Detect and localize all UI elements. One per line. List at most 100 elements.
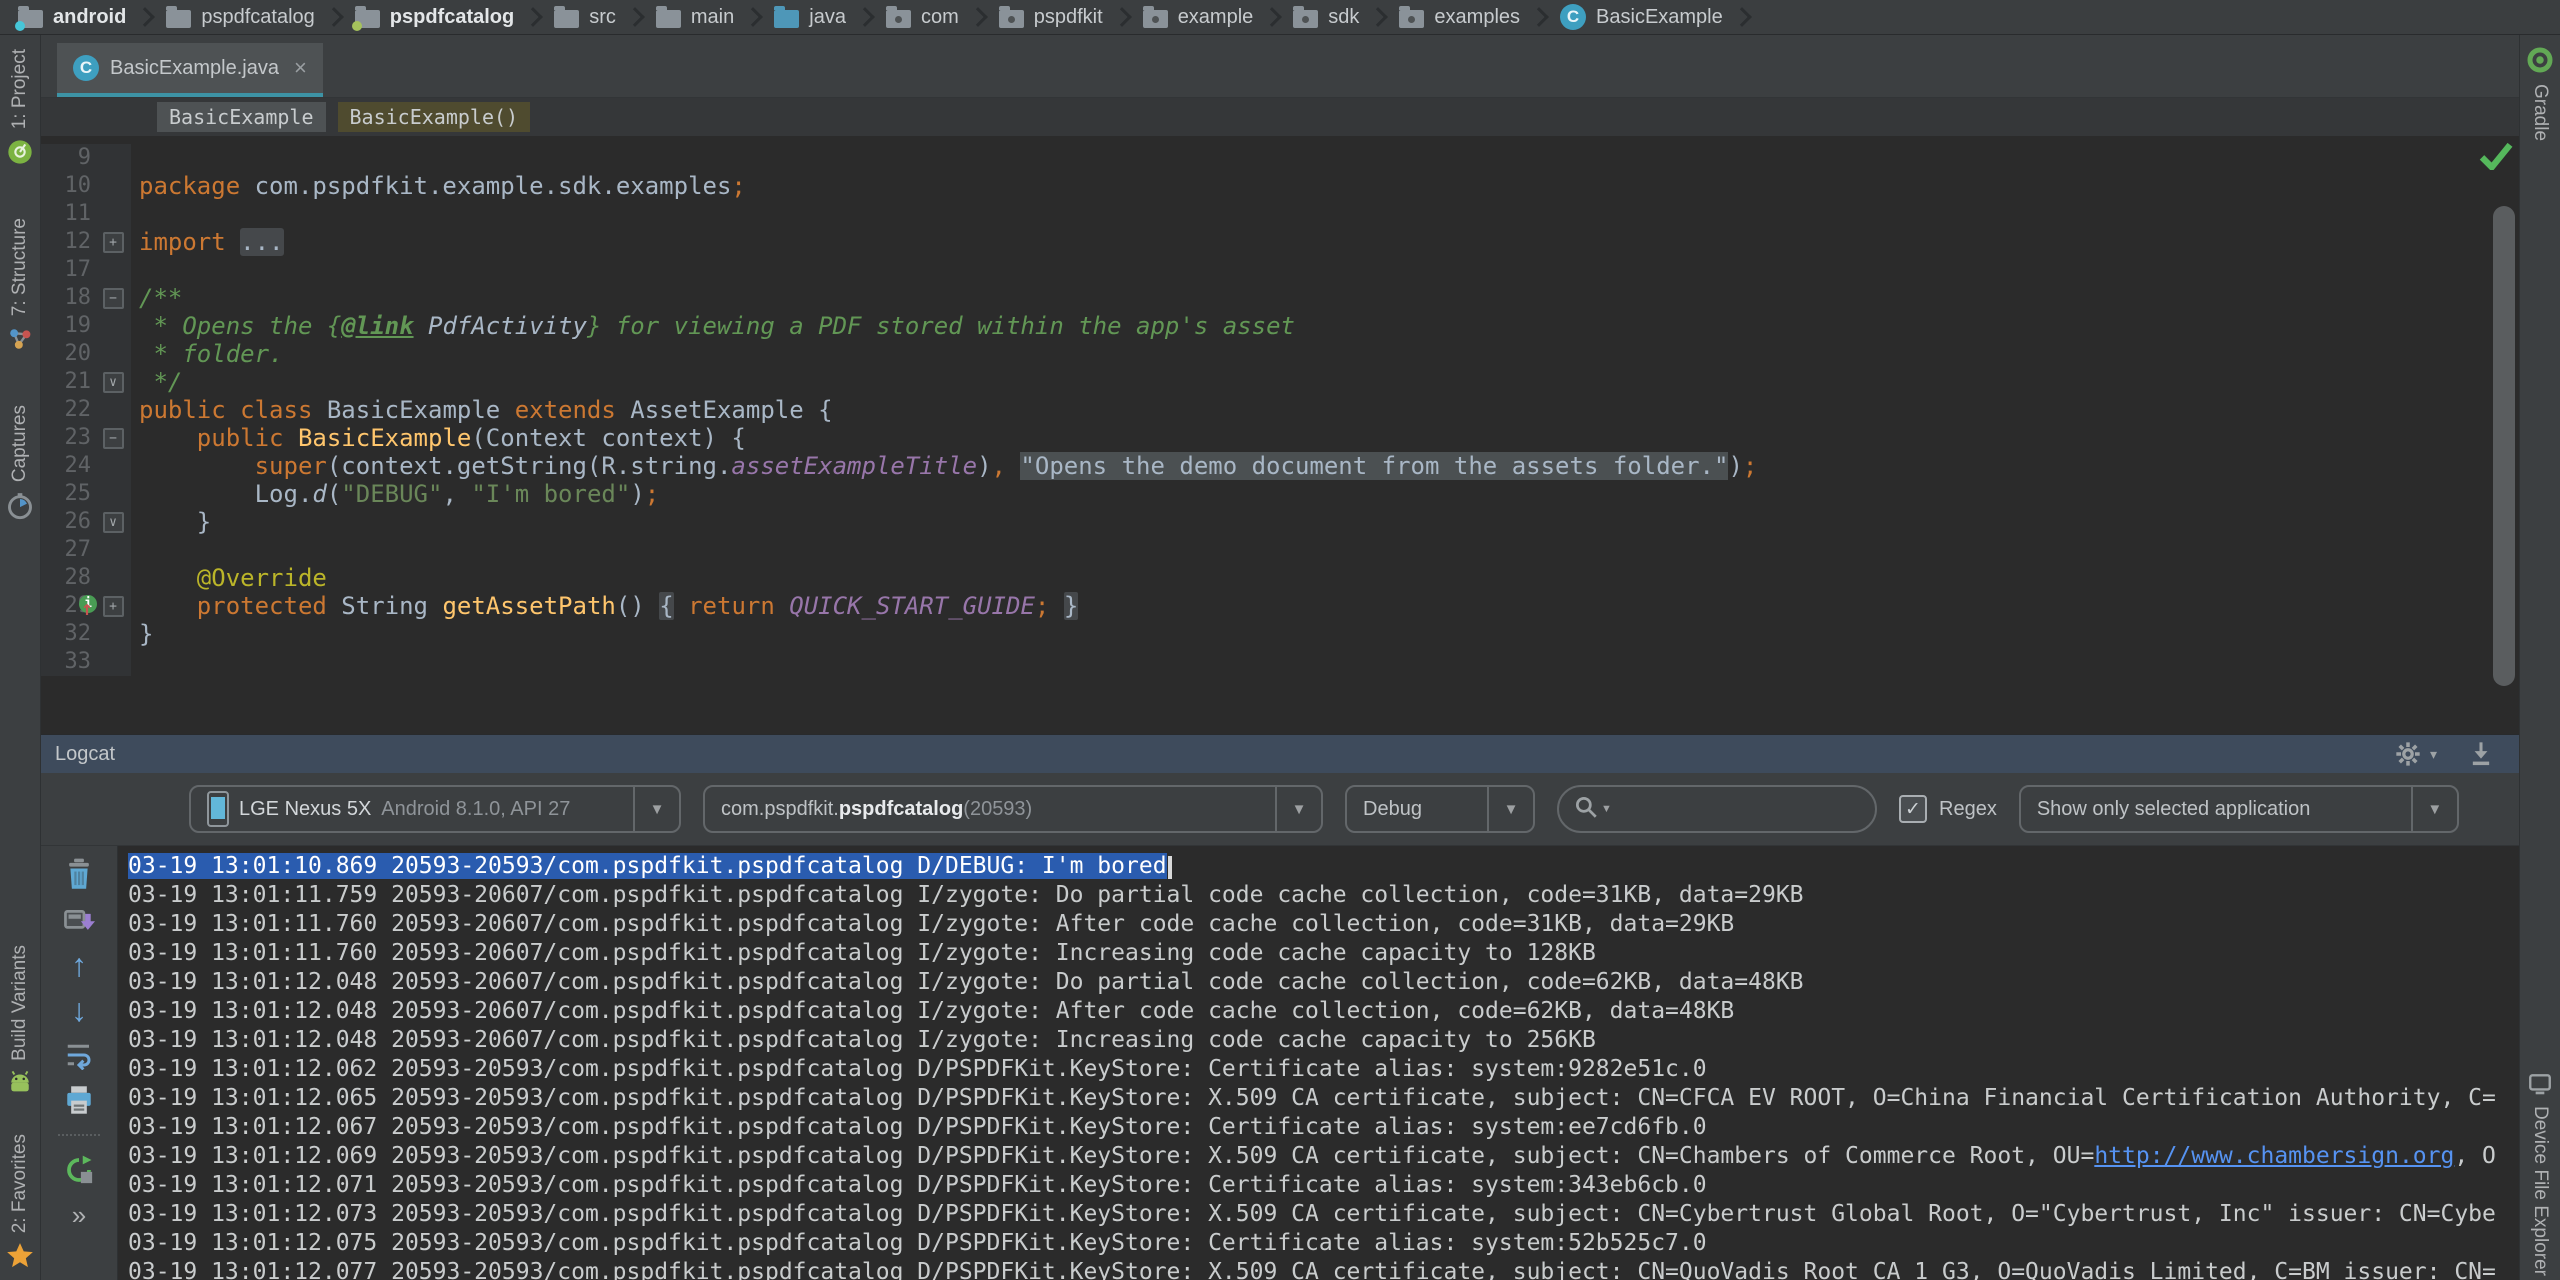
device-explorer-icon — [2527, 1071, 2553, 1097]
breadcrumb-item-example[interactable]: example — [1141, 6, 1256, 29]
logcat-header[interactable]: Logcat ▾ — [41, 735, 2519, 773]
tool-button-7-structure[interactable]: 7: Structure — [6, 218, 34, 353]
breadcrumb-item-pspdfkit[interactable]: pspdfkit — [997, 6, 1105, 29]
inspections-ok-icon[interactable] — [2479, 142, 2513, 175]
fold-marker-icon[interactable]: ∨ — [103, 372, 124, 393]
up-stack-trace-icon[interactable]: ↑ — [71, 950, 87, 980]
logcat-output[interactable]: 03-19 13:01:10.869 20593-20593/com.pspdf… — [118, 846, 2519, 1280]
regex-option: ✓ Regex — [1899, 795, 1997, 823]
tool-button-build-variants[interactable]: Build Variants — [5, 945, 35, 1094]
soft-wraps-icon[interactable] — [64, 1040, 94, 1070]
hide-panel-icon[interactable] — [2467, 740, 2495, 768]
code-editor[interactable]: 910package com.pspdfkit.example.sdk.exam… — [41, 136, 2519, 734]
log-segment: 03-19 13:01:11.759 20593-20607/com.pspdf… — [128, 882, 1804, 908]
log-line[interactable]: 03-19 13:01:12.069 20593-20593/com.pspdf… — [128, 1142, 2519, 1171]
settings-gear-icon[interactable] — [2394, 740, 2422, 768]
fold-marker-icon[interactable]: − — [103, 428, 124, 449]
tool-button-1-project[interactable]: 1: Project — [6, 49, 34, 166]
breadcrumb-class[interactable]: BasicExample — [157, 102, 326, 132]
fold-marker-icon[interactable]: ∨ — [103, 512, 124, 533]
log-line[interactable]: 03-19 13:01:11.759 20593-20607/com.pspdf… — [128, 881, 2519, 910]
breadcrumb-item-android[interactable]: android — [16, 6, 128, 29]
breadcrumb-item-java[interactable]: java — [772, 6, 848, 29]
gutter — [95, 340, 131, 368]
log-line-text: 03-19 13:01:12.071 20593-20593/com.pspdf… — [128, 1172, 1707, 1198]
log-hyperlink[interactable]: http://www.chambersign.org — [2094, 1143, 2454, 1169]
fold-marker-icon[interactable]: + — [103, 596, 124, 617]
log-line-text: 03-19 13:01:12.048 20593-20607/com.pspdf… — [128, 1027, 1596, 1053]
log-line[interactable]: 03-19 13:01:12.075 20593-20593/com.pspdf… — [128, 1229, 2519, 1258]
breadcrumb-item-main[interactable]: main — [654, 6, 736, 29]
class-icon: C — [1560, 4, 1586, 30]
overrides-method-icon[interactable]: i↑ — [79, 595, 97, 613]
log-line[interactable]: 03-19 13:01:11.760 20593-20607/com.pspdf… — [128, 910, 2519, 939]
search-input[interactable]: ▼ — [1557, 785, 1877, 833]
log-line[interactable]: 03-19 13:01:12.073 20593-20593/com.pspdf… — [128, 1200, 2519, 1229]
gutter — [95, 172, 131, 200]
breadcrumb-item-BasicExample[interactable]: CBasicExample — [1558, 4, 1725, 30]
export-logs-icon[interactable] — [63, 905, 95, 935]
tool-button-gradle[interactable]: Gradle — [2525, 45, 2555, 141]
code-text — [131, 648, 139, 676]
chevron-down-icon[interactable]: ▼ — [633, 787, 679, 831]
code-token: { — [659, 592, 673, 620]
tab-basicexample-java[interactable]: C BasicExample.java × — [57, 43, 323, 97]
device-selector[interactable]: LGE Nexus 5X Android 8.1.0, API 27 ▼ — [189, 785, 681, 833]
process-selector[interactable]: com.pspdfkit.pspdfcatalog (20593) ▼ — [703, 785, 1323, 833]
log-segment: 03-19 13:01:11.760 20593-20607/com.pspdf… — [128, 911, 1734, 937]
chevron-down-icon[interactable]: ▼ — [2411, 787, 2457, 831]
filter-selector[interactable]: Show only selected application ▼ — [2019, 785, 2459, 833]
log-line[interactable]: 03-19 13:01:12.048 20593-20607/com.pspdf… — [128, 1026, 2519, 1055]
print-icon[interactable] — [63, 1085, 95, 1115]
log-line[interactable]: 03-19 13:01:11.760 20593-20607/com.pspdf… — [128, 939, 2519, 968]
gutter: + — [95, 228, 131, 256]
code-line: 10package com.pspdfkit.example.sdk.examp… — [41, 172, 2519, 200]
breadcrumb-item-com[interactable]: com — [884, 6, 961, 29]
fold-marker-icon[interactable]: + — [103, 232, 124, 253]
search-history-icon[interactable]: ▼ — [1601, 803, 1612, 815]
clear-logcat-icon[interactable] — [64, 858, 94, 890]
code-token: BasicExample — [298, 424, 471, 452]
regex-checkbox[interactable]: ✓ — [1899, 795, 1927, 823]
log-level-selector[interactable]: Debug ▼ — [1345, 785, 1535, 833]
line-number: 33 — [41, 648, 95, 676]
breadcrumb-item-src[interactable]: src — [552, 6, 618, 29]
breadcrumb-method[interactable]: BasicExample() — [338, 102, 531, 132]
fold-marker-icon[interactable]: − — [103, 288, 124, 309]
search-icon — [1573, 794, 1599, 825]
tool-button-label: 1: Project — [9, 49, 31, 129]
log-line[interactable]: 03-19 13:01:12.067 20593-20593/com.pspdf… — [128, 1113, 2519, 1142]
gutter — [95, 396, 131, 424]
restart-icon[interactable] — [64, 1155, 94, 1185]
chevron-down-icon[interactable]: ▼ — [1487, 787, 1533, 831]
code-token: /** — [139, 284, 182, 312]
gradle-icon — [2525, 45, 2555, 75]
log-line[interactable]: 03-19 13:01:12.062 20593-20593/com.pspdf… — [128, 1055, 2519, 1084]
breadcrumb-item-sdk[interactable]: sdk — [1291, 6, 1361, 29]
more-options-icon[interactable]: » — [72, 1200, 86, 1231]
breadcrumb-separator-icon — [968, 7, 988, 27]
chevron-down-icon[interactable]: ▼ — [1275, 787, 1321, 831]
editor-scrollbar[interactable] — [2493, 206, 2515, 686]
code-text — [131, 144, 139, 172]
log-line[interactable]: 03-19 13:01:12.065 20593-20593/com.pspdf… — [128, 1084, 2519, 1113]
tool-button-2-favorites[interactable]: 2: Favorites — [6, 1134, 34, 1270]
log-line[interactable]: 03-19 13:01:12.077 20593-20593/com.pspdf… — [128, 1258, 2519, 1280]
code-text: import ... — [131, 228, 284, 256]
log-line[interactable]: 03-19 13:01:12.048 20593-20607/com.pspdf… — [128, 997, 2519, 1026]
down-stack-trace-icon[interactable]: ↓ — [71, 995, 87, 1025]
log-line[interactable]: 03-19 13:01:10.869 20593-20593/com.pspdf… — [128, 852, 2519, 881]
close-tab-icon[interactable]: × — [294, 55, 307, 81]
log-line[interactable]: 03-19 13:01:12.048 20593-20607/com.pspdf… — [128, 968, 2519, 997]
process-pid: (20593) — [963, 798, 1032, 821]
filter-value: Show only selected application — [2037, 798, 2311, 821]
tool-button-device-file-explorer[interactable]: Device File Explorer — [2527, 1071, 2553, 1276]
log-line[interactable]: 03-19 13:01:12.071 20593-20593/com.pspdf… — [128, 1171, 2519, 1200]
tool-button-captures[interactable]: Captures — [6, 405, 34, 519]
breadcrumb-item-pspdfcatalog[interactable]: pspdfcatalog — [164, 6, 316, 29]
code-text: } — [131, 508, 211, 536]
code-token: } — [139, 620, 153, 648]
breadcrumb-item-pspdfcatalog[interactable]: pspdfcatalog — [353, 6, 516, 29]
breadcrumb-item-examples[interactable]: examples — [1397, 6, 1522, 29]
breadcrumb-separator-icon — [855, 7, 875, 27]
